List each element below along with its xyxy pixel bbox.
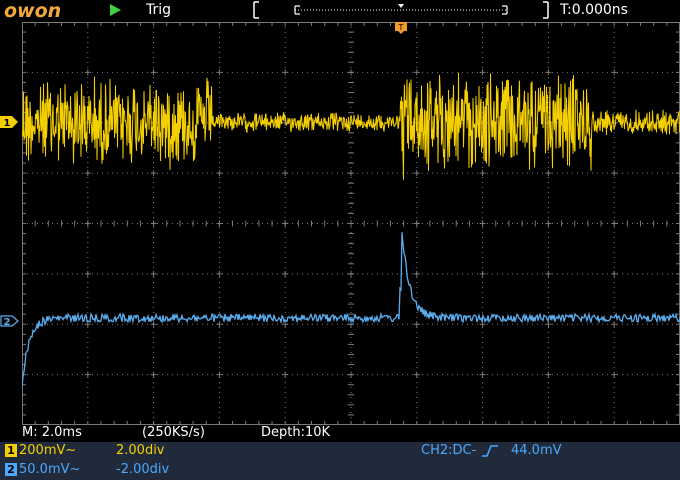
ch1-waveform xyxy=(22,72,680,180)
channel-status-panel: 1 200mV~ 2.00div 2 50.0mV~ -2.00div CH2:… xyxy=(0,442,680,480)
ch1-level-marker[interactable]: 1 xyxy=(0,116,20,128)
ch1-badge[interactable]: 1 xyxy=(5,444,17,457)
trigger-source[interactable]: CH2:DC- xyxy=(421,443,476,458)
trigger-time-position: T:0.000ns xyxy=(560,2,628,18)
graticule xyxy=(22,22,680,425)
acquisition-status-bar: M: 2.0ms (250KS/s) Depth:10K xyxy=(0,425,680,442)
ch2-scale[interactable]: 50.0mV~ xyxy=(19,462,80,477)
svg-text:T: T xyxy=(398,23,404,32)
rising-edge-icon xyxy=(482,445,498,457)
ch1-offset[interactable]: 2.00div xyxy=(116,443,165,458)
top-bar: owon Trig T:0.000ns xyxy=(0,0,680,22)
ch2-badge[interactable]: 2 xyxy=(5,463,17,476)
trigger-position-marker[interactable]: T xyxy=(395,22,407,34)
memory-pointer-icon xyxy=(398,4,404,8)
trigger-level[interactable]: 44.0mV xyxy=(511,443,562,458)
memory-depth[interactable]: Depth:10K xyxy=(261,425,330,440)
sample-rate: (250KS/s) xyxy=(142,425,205,440)
svg-text:2: 2 xyxy=(4,317,11,327)
waveform-display[interactable] xyxy=(22,22,680,425)
timebase[interactable]: M: 2.0ms xyxy=(22,425,82,440)
svg-text:1: 1 xyxy=(4,118,11,128)
ch2-offset[interactable]: -2.00div xyxy=(116,462,169,477)
trigger-status: Trig xyxy=(146,2,172,18)
play-icon[interactable] xyxy=(108,3,122,17)
ch2-level-marker[interactable]: 2 xyxy=(0,315,20,327)
memory-position-bar[interactable] xyxy=(253,1,549,19)
ch1-scale[interactable]: 200mV~ xyxy=(19,443,76,458)
owon-logo: owon xyxy=(4,0,62,22)
